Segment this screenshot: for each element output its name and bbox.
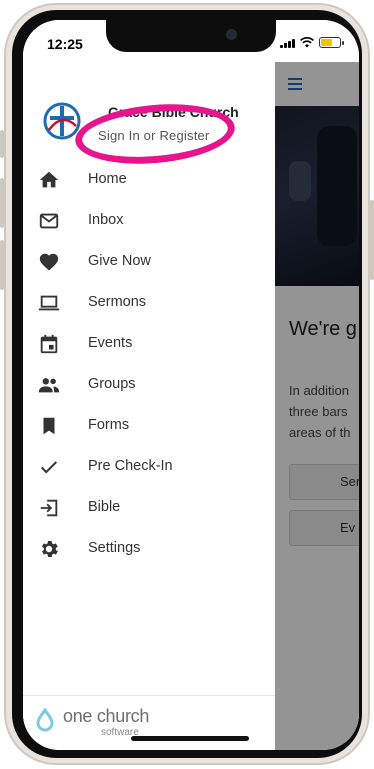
menu-item-forms[interactable]: Forms [23, 405, 275, 446]
signal-icon [280, 38, 295, 48]
battery-icon [319, 37, 344, 48]
menu-item-label: Sermons [88, 294, 147, 310]
menu-item-label: Groups [88, 376, 136, 392]
menu-item-sermons[interactable]: Sermons [23, 282, 275, 323]
menu-item-events[interactable]: Events [23, 323, 275, 364]
menu-item-label: Pre Check-In [88, 458, 173, 474]
status-icons [280, 37, 344, 48]
battery-level [321, 39, 333, 46]
login-arrow-icon [40, 499, 58, 517]
home-indicator[interactable] [131, 736, 249, 741]
menu-item-inbox[interactable]: Inbox [23, 200, 275, 241]
menu-item-groups[interactable]: Groups [23, 364, 275, 405]
menu-item-pre-check-in[interactable]: Pre Check-In [23, 446, 275, 487]
status-time: 12:25 [47, 36, 83, 52]
divider [23, 695, 275, 696]
droplet-logo-icon [36, 708, 54, 732]
menu-item-label: Events [88, 335, 133, 351]
heart-icon [39, 253, 59, 271]
menu-item-label: Bible [88, 499, 121, 515]
front-camera [226, 29, 237, 40]
phone-volume-up-button [0, 178, 4, 228]
drawer-scrim[interactable] [275, 62, 359, 750]
drawer-menu: Home Inbox Give Now Sermons Events Group… [23, 159, 275, 569]
menu-item-label: Home [88, 171, 127, 187]
menu-item-label: Give Now [88, 253, 151, 269]
menu-item-home[interactable]: Home [23, 159, 275, 200]
home-icon [39, 171, 59, 188]
navigation-drawer: Grace Bible Church Sign In or Register H… [23, 62, 275, 750]
menu-item-label: Forms [88, 417, 130, 433]
calendar-icon [40, 334, 58, 354]
bookmark-icon [43, 417, 55, 435]
drawer-header: Grace Bible Church Sign In or Register [23, 62, 275, 170]
status-bar: 12:25 [23, 20, 359, 62]
laptop-icon [38, 295, 60, 311]
menu-item-label: Settings [88, 540, 141, 556]
menu-item-settings[interactable]: Settings [23, 528, 275, 569]
people-icon [38, 378, 60, 393]
phone-power-button [370, 200, 374, 280]
phone-side-button [0, 130, 4, 158]
menu-item-bible[interactable]: Bible [23, 487, 275, 528]
phone-screen: 12:25 We're g In addition three bars are… [23, 20, 359, 750]
phone-volume-down-button [0, 240, 4, 290]
notch [106, 20, 276, 52]
mail-icon [39, 213, 59, 229]
gear-icon [41, 541, 58, 557]
check-icon [40, 461, 58, 474]
wifi-icon [300, 37, 314, 48]
menu-item-give-now[interactable]: Give Now [23, 241, 275, 282]
menu-item-label: Inbox [88, 212, 124, 228]
footer-brand: one church [63, 706, 150, 726]
